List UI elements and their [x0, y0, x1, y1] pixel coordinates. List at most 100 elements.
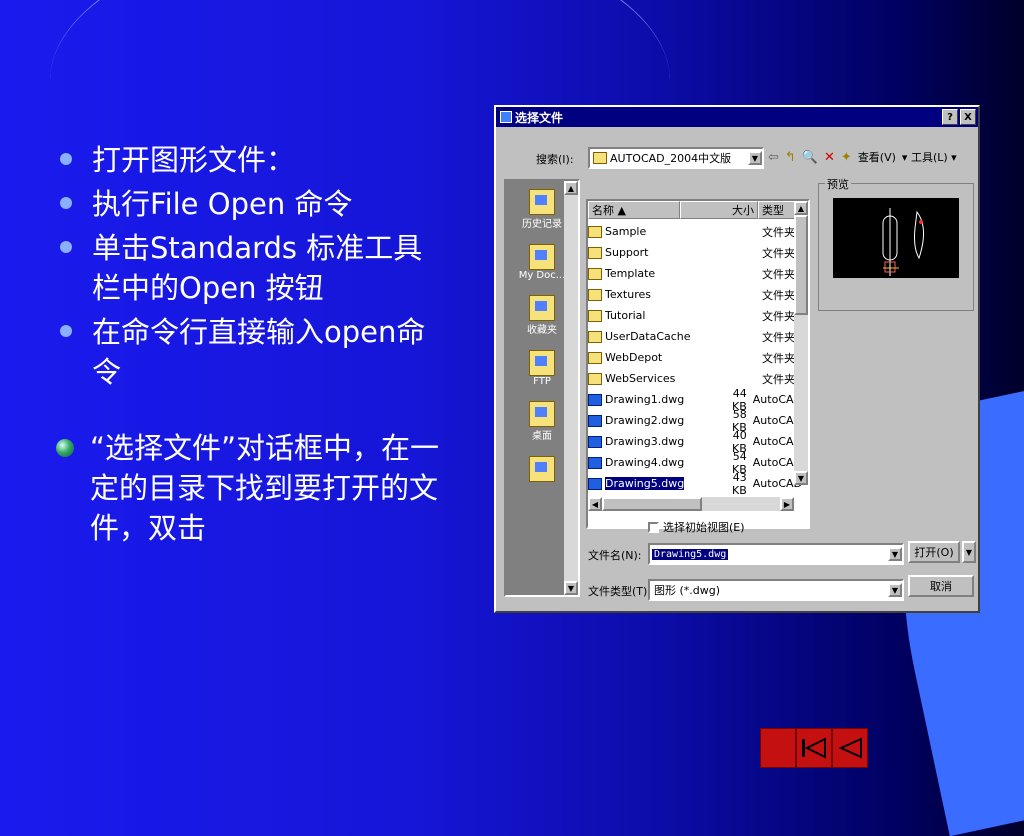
file-row[interactable]: Template 文件夹 — [588, 263, 802, 284]
scroll-left-icon[interactable]: ◀ — [588, 497, 602, 511]
file-name-cell: Tutorial — [588, 309, 728, 322]
bullet-text: 单击Standards 标准工具栏中的Open 按钮 — [92, 231, 423, 305]
folder-icon — [529, 456, 555, 482]
column-size-label: 大小 — [732, 204, 754, 217]
file-list-vscroll[interactable]: ▲ ▼ — [794, 201, 808, 485]
file-type: 文件夹 — [762, 351, 795, 365]
file-row[interactable]: Textures 文件夹 — [588, 284, 802, 305]
preview-group: 预览 — [818, 176, 974, 311]
file-list-header: 名称 ▲ 大小 类型 — [588, 201, 800, 219]
file-name-cell: Drawing5.dwg — [588, 477, 720, 490]
file-type: 文件夹 — [762, 246, 795, 260]
dropdown-arrow-icon[interactable]: ▼ — [888, 583, 902, 597]
bullet-dot-icon — [60, 241, 72, 253]
filetype-select[interactable]: 图形 (*.dwg) ▼ — [648, 579, 904, 601]
desktop-icon — [529, 401, 555, 427]
file-name: Support — [605, 246, 649, 259]
bullet-dot-icon — [60, 325, 72, 337]
file-name-cell: Drawing3.dwg — [588, 435, 720, 448]
close-button[interactable]: X — [960, 109, 976, 125]
initial-view-checkbox[interactable] — [648, 521, 659, 533]
filetype-value: 图形 (*.dwg) — [654, 584, 721, 597]
folder-icon — [588, 330, 602, 343]
file-list-hscroll[interactable]: ◀ ▶ — [588, 497, 794, 511]
file-list: 名称 ▲ 大小 类型 Sample 文件夹 Support 文件夹 Template 文件… — [586, 199, 810, 529]
app-icon — [500, 111, 512, 123]
initial-view-label: 选择初始视图(E) — [663, 521, 745, 534]
file-row[interactable]: Drawing5.dwg 43 KB AutoCAD — [588, 471, 802, 497]
folder-icon — [588, 246, 602, 259]
search-in-select[interactable]: AUTOCAD_2004中文版 ▼ — [588, 147, 764, 169]
file-row[interactable]: Tutorial 文件夹 — [588, 305, 802, 326]
folder-icon — [588, 267, 602, 280]
file-row[interactable]: WebServices 文件夹 — [588, 368, 802, 389]
scroll-right-icon[interactable]: ▶ — [780, 497, 794, 511]
file-row[interactable]: Drawing4.dwg 54 KB AutoCAD — [588, 450, 802, 476]
file-name: WebServices — [605, 372, 676, 385]
folder-icon — [588, 225, 602, 238]
place-label: FTP — [533, 376, 551, 387]
view-menu[interactable]: 查看(V) — [858, 149, 896, 165]
search-label: 搜索(I): — [536, 153, 574, 166]
hscroll-thumb[interactable] — [602, 497, 702, 511]
favorites-icon — [529, 295, 555, 321]
file-row[interactable]: Sample 文件夹 — [588, 221, 802, 242]
open-dropdown-arrow-icon[interactable]: ▼ — [962, 541, 976, 563]
dwg-file-icon — [588, 477, 602, 490]
bullet-text: 在命令行直接输入open命令 — [92, 315, 426, 389]
file-name: UserDataCache — [605, 330, 691, 343]
new-folder-icon[interactable]: ✦ — [841, 150, 852, 165]
tools-menu[interactable]: ▾ 工具(L) ▾ — [902, 149, 957, 165]
file-row[interactable]: Drawing1.dwg 44 KB AutoCAD — [588, 387, 802, 413]
file-name: Textures — [605, 288, 651, 301]
open-button[interactable]: 打开(O) — [908, 541, 960, 563]
nav-blank-button[interactable] — [760, 728, 796, 768]
file-row[interactable]: UserDataCache 文件夹 — [588, 326, 802, 347]
scroll-thumb[interactable] — [794, 215, 808, 315]
folder-icon — [588, 372, 602, 385]
help-button[interactable]: ? — [942, 109, 958, 125]
up-folder-icon[interactable]: ↰ — [785, 150, 796, 165]
bullet-text: 打开图形文件： — [92, 143, 296, 177]
scroll-down-icon[interactable]: ▼ — [794, 471, 808, 485]
dwg-file-icon — [588, 393, 602, 406]
file-row[interactable]: Drawing3.dwg 40 KB AutoCAD — [588, 429, 802, 455]
bullet-text: 执行File Open 命令 — [92, 187, 353, 221]
search-web-icon[interactable]: 🔍 — [802, 150, 818, 165]
file-name: Drawing5.dwg — [605, 477, 685, 490]
file-type: 文件夹 — [762, 309, 795, 323]
file-name: Drawing1.dwg — [605, 393, 685, 406]
back-icon[interactable]: ⇦ — [768, 150, 779, 165]
slide-bullet-list: 打开图形文件： 执行File Open 命令 单击Standards 标准工具栏… — [56, 140, 446, 552]
scroll-up-icon[interactable]: ▲ — [794, 201, 808, 215]
file-name-cell: Drawing2.dwg — [588, 414, 720, 427]
dropdown-arrow-icon[interactable]: ▼ — [888, 547, 902, 561]
file-type: 文件夹 — [762, 330, 795, 344]
bullet-item: 在命令行直接输入open命令 — [56, 312, 446, 392]
scroll-up-icon[interactable]: ▲ — [564, 181, 578, 195]
file-row[interactable]: Drawing2.dwg 58 KB AutoCAD — [588, 408, 802, 434]
dropdown-arrow-icon[interactable]: ▼ — [748, 151, 762, 165]
folder-icon — [593, 152, 607, 164]
file-row[interactable]: Support 文件夹 — [588, 242, 802, 263]
filename-input[interactable]: Drawing5.dwg ▼ — [648, 543, 904, 565]
initial-view-option[interactable]: 选择初始视图(E) — [648, 519, 745, 535]
dwg-file-icon — [588, 435, 602, 448]
nav-previous-button[interactable] — [832, 728, 868, 768]
globe-bullet-icon — [56, 439, 74, 457]
place-label: 历史记录 — [522, 219, 562, 230]
note-text: “选择文件”对话框中，在一定的目录下找到要打开的文件，双击 — [90, 431, 440, 545]
file-name: Drawing3.dwg — [605, 435, 685, 448]
cancel-button[interactable]: 取消 — [908, 575, 974, 597]
column-name[interactable]: 名称 ▲ — [588, 201, 680, 219]
nav-first-button[interactable] — [796, 728, 832, 768]
bullet-item: 单击Standards 标准工具栏中的Open 按钮 — [56, 228, 446, 308]
file-row[interactable]: WebDepot 文件夹 — [588, 347, 802, 368]
sidebar-scrollbar[interactable]: ▲ ▼ — [564, 181, 578, 595]
file-name-cell: Drawing4.dwg — [588, 456, 720, 469]
column-size[interactable]: 大小 — [680, 201, 758, 219]
file-name: Template — [605, 267, 656, 280]
dwg-file-icon — [588, 456, 602, 469]
scroll-down-icon[interactable]: ▼ — [564, 581, 578, 595]
delete-icon[interactable]: ✕ — [824, 150, 835, 165]
